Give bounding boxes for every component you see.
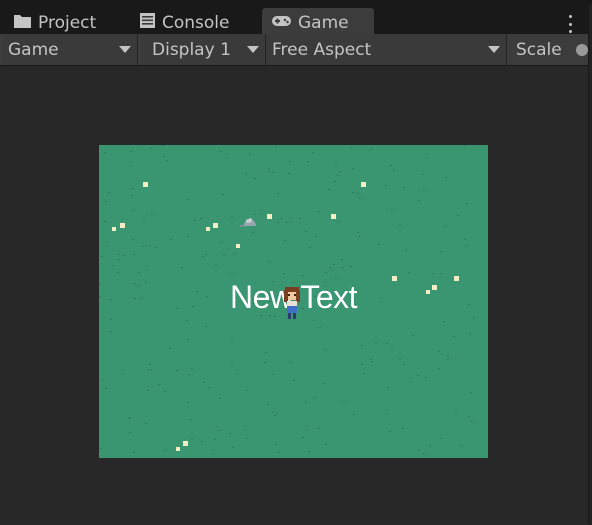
dropdown-arrow-icon bbox=[119, 46, 131, 53]
game-canvas[interactable]: New Text bbox=[99, 145, 488, 458]
aspect-dropdown[interactable]: Free Aspect bbox=[266, 34, 507, 65]
console-icon bbox=[139, 12, 156, 34]
folder-icon bbox=[13, 13, 32, 34]
dropdown-arrow-icon bbox=[488, 46, 500, 53]
player-character-sprite bbox=[284, 287, 300, 319]
rock-sprite bbox=[240, 218, 256, 227]
tab-label: Console bbox=[162, 13, 230, 33]
view-mode-value: Game bbox=[8, 39, 59, 60]
display-dropdown[interactable]: Display 1 bbox=[142, 34, 266, 65]
display-value: Display 1 bbox=[152, 39, 231, 60]
view-mode-dropdown[interactable]: Game bbox=[3, 34, 138, 65]
scale-slider-knob[interactable] bbox=[576, 44, 588, 56]
aspect-value: Free Aspect bbox=[272, 39, 372, 60]
gamepad-icon bbox=[271, 13, 292, 33]
tab-label: Game bbox=[298, 13, 349, 33]
dropdown-arrow-icon bbox=[247, 46, 259, 53]
game-toolbar: Game Display 1 Free Aspect Scale bbox=[0, 34, 592, 66]
more-options-icon[interactable] bbox=[569, 15, 573, 33]
tab-label: Project bbox=[38, 13, 97, 33]
game-view: New Text bbox=[0, 66, 589, 525]
panel-divider bbox=[588, 6, 589, 524]
tab-bar: Project Console Game bbox=[0, 0, 592, 38]
unity-game-window: Project Console Game Game Display 1 Free… bbox=[0, 0, 592, 525]
scale-label: Scale bbox=[516, 39, 562, 60]
